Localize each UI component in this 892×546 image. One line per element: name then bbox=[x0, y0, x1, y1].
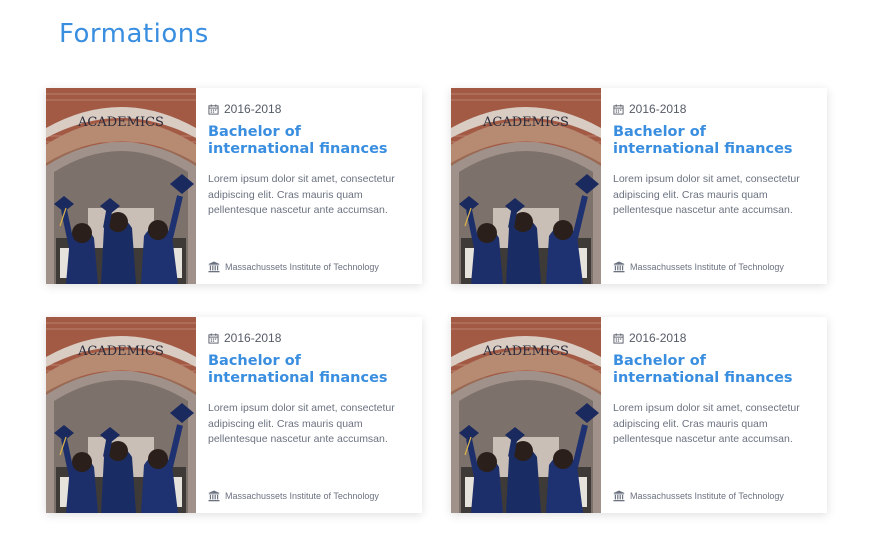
institution-icon bbox=[613, 261, 625, 273]
page-title: Formations bbox=[59, 19, 209, 49]
card-body: 2016-2018 Bachelor of international fina… bbox=[196, 88, 422, 284]
card-description: Lorem ipsum dolor sit amet, consectetur … bbox=[208, 173, 395, 216]
calendar-icon bbox=[208, 333, 219, 344]
institution-icon bbox=[208, 490, 220, 502]
card-body: 2016-2018 Bachelor of international fina… bbox=[196, 317, 422, 513]
school-row: Massachussets Institute of Technology bbox=[613, 261, 784, 273]
graduation-photo: ACADEMICS bbox=[46, 88, 196, 284]
formation-card[interactable]: ACADEMICS 2016-2018 Bachelor of internat… bbox=[46, 88, 422, 284]
institution-icon bbox=[208, 261, 220, 273]
card-description: Lorem ipsum dolor sit amet, consectetur … bbox=[613, 402, 800, 445]
calendar-icon bbox=[613, 104, 624, 115]
school-name: Massachussets Institute of Technology bbox=[225, 491, 379, 501]
card-date: 2016-2018 bbox=[224, 331, 282, 345]
school-name: Massachussets Institute of Technology bbox=[225, 262, 379, 272]
card-title[interactable]: Bachelor of international finances bbox=[208, 124, 410, 158]
graduation-photo: ACADEMICS bbox=[451, 317, 601, 513]
date-row: 2016-2018 bbox=[613, 331, 815, 345]
date-row: 2016-2018 bbox=[208, 331, 410, 345]
calendar-icon bbox=[613, 333, 624, 344]
date-row: 2016-2018 bbox=[208, 102, 410, 116]
formation-card[interactable]: ACADEMICS 2016-2018 Bachelor of internat… bbox=[451, 317, 827, 513]
formation-card[interactable]: ACADEMICS 2016-2018 Bachelor of internat… bbox=[451, 88, 827, 284]
school-row: Massachussets Institute of Technology bbox=[208, 261, 379, 273]
school-name: Massachussets Institute of Technology bbox=[630, 262, 784, 272]
card-date: 2016-2018 bbox=[629, 331, 687, 345]
formations-page: Formations ACADEMICS 2016-2018 Bachelor … bbox=[0, 0, 892, 546]
card-body: 2016-2018 Bachelor of international fina… bbox=[601, 317, 827, 513]
card-title[interactable]: Bachelor of international finances bbox=[613, 353, 815, 387]
card-title[interactable]: Bachelor of international finances bbox=[613, 124, 815, 158]
academics-sign: ACADEMICS bbox=[77, 344, 164, 359]
card-date: 2016-2018 bbox=[224, 102, 282, 116]
calendar-icon bbox=[208, 104, 219, 115]
institution-icon bbox=[613, 490, 625, 502]
card-body: 2016-2018 Bachelor of international fina… bbox=[601, 88, 827, 284]
academics-sign: ACADEMICS bbox=[77, 115, 164, 130]
card-title[interactable]: Bachelor of international finances bbox=[208, 353, 410, 387]
school-row: Massachussets Institute of Technology bbox=[208, 490, 379, 502]
formation-card[interactable]: ACADEMICS 2016-2018 Bachelor of internat… bbox=[46, 317, 422, 513]
academics-sign: ACADEMICS bbox=[482, 115, 569, 130]
school-name: Massachussets Institute of Technology bbox=[630, 491, 784, 501]
card-description: Lorem ipsum dolor sit amet, consectetur … bbox=[208, 402, 395, 445]
graduation-photo: ACADEMICS bbox=[46, 317, 196, 513]
card-description: Lorem ipsum dolor sit amet, consectetur … bbox=[613, 173, 800, 216]
date-row: 2016-2018 bbox=[613, 102, 815, 116]
academics-sign: ACADEMICS bbox=[482, 344, 569, 359]
graduation-photo: ACADEMICS bbox=[451, 88, 601, 284]
school-row: Massachussets Institute of Technology bbox=[613, 490, 784, 502]
card-date: 2016-2018 bbox=[629, 102, 687, 116]
